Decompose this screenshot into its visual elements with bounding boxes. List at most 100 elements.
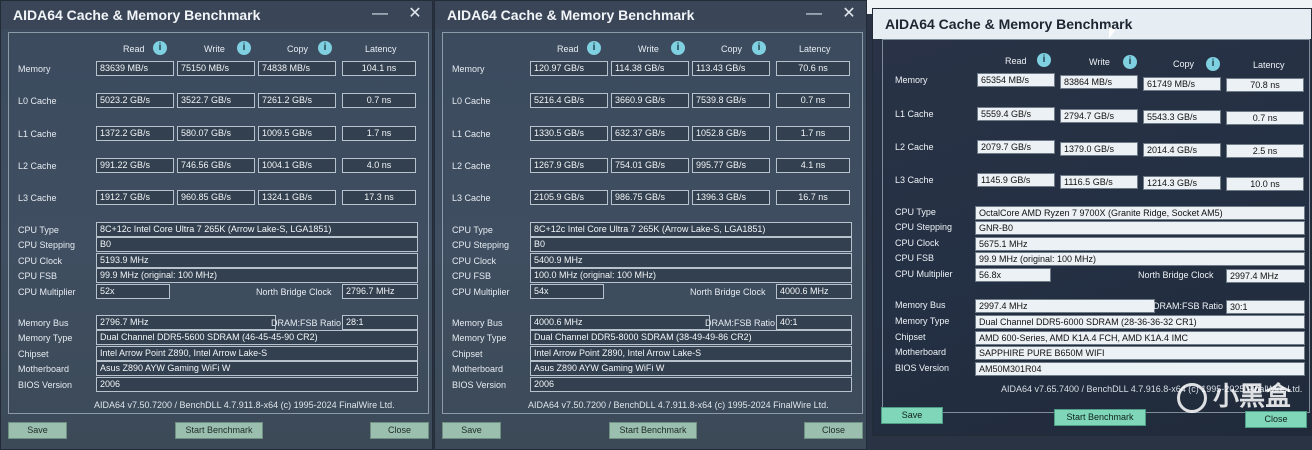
close-button[interactable]: Close [1245,411,1307,428]
info-icon[interactable]: i [1206,57,1220,71]
title-bar[interactable]: AIDA64 Cache & Memory Benchmark — ✕ [435,1,866,29]
header-latency: Latency [365,44,397,54]
nb-clock-value: 2796.7 MHz [342,284,418,299]
cpu-stepping-value: GNR-B0 [975,221,1305,235]
info-icon[interactable]: i [153,41,167,55]
save-button[interactable]: Save [8,422,67,439]
start-benchmark-button[interactable]: Start Benchmark [609,422,697,439]
minimize-icon[interactable]: — [371,4,389,24]
bios-value: 2006 [96,377,418,392]
save-button[interactable]: Save [442,422,501,439]
memory-read: 83639 MB/s [96,61,174,76]
nb-clock-label: North Bridge Clock [1138,270,1214,280]
l1-write: 580.07 GB/s [177,126,255,141]
info-icon[interactable]: i [318,41,332,55]
bios-label: BIOS Version [18,380,73,390]
dram-ratio-value: 30:1 [1226,300,1305,314]
close-button[interactable]: Close [804,422,863,439]
memory-bus-label: Memory Bus [452,318,503,328]
memory-write: 75150 MB/s [177,61,255,76]
dram-ratio-label: DRAM:FSB Ratio [271,318,342,328]
l1-latency: 1.7 ns [776,126,850,141]
info-icon[interactable]: i [587,41,601,55]
l3-read: 1145.9 GB/s [977,173,1055,187]
header-read: Read [123,44,145,54]
memory-copy: 61749 MB/s [1143,77,1221,91]
l2-write: 754.01 GB/s [611,158,689,173]
title-bar[interactable]: AIDA64 Cache & Memory Benchmark — ✕ [1,1,432,29]
header-write: Write [638,44,659,54]
cpu-stepping-label: CPU Stepping [18,240,76,250]
l3-copy: 1396.3 GB/s [692,190,770,205]
l3-write: 1116.5 GB/s [1060,175,1138,189]
close-icon[interactable]: ✕ [406,4,424,24]
minimize-icon[interactable]: — [805,4,823,24]
l2-read: 1267.9 GB/s [530,158,608,173]
memory-bus-label: Memory Bus [18,318,69,328]
title-bar[interactable]: AIDA64 Cache & Memory Benchmark [873,9,1311,39]
l1-copy: 1052.8 GB/s [692,126,770,141]
l3-latency: 17.3 ns [342,190,416,205]
cpu-fsb-value: 100.0 MHz (original: 100 MHz) [530,268,852,283]
info-icon[interactable]: i [1037,53,1051,67]
chipset-label: Chipset [452,349,483,359]
l2-read: 2079.7 GB/s [977,140,1055,154]
memory-bus-value: 2997.4 MHz [975,299,1155,313]
l1-write: 2794.7 GB/s [1060,109,1138,123]
aida64-window-1: AIDA64 Cache & Memory Benchmark — ✕ Read… [0,0,433,450]
info-icon[interactable]: i [1123,55,1137,69]
info-icon[interactable]: i [671,41,685,55]
motherboard-value: Asus Z890 AYW Gaming WiFi W [96,361,418,376]
l2-latency: 2.5 ns [1226,144,1304,158]
info-icon[interactable]: i [237,41,251,55]
cpu-stepping-label: CPU Stepping [895,222,953,232]
cpu-fsb-value: 99.9 MHz (original: 100 MHz) [975,252,1305,266]
memory-type-value: Dual Channel DDR5-6000 SDRAM (28-36-36-3… [975,315,1305,329]
l2-read: 991.22 GB/s [96,158,174,173]
window-title: AIDA64 Cache & Memory Benchmark [885,16,1133,32]
nb-clock-label: North Bridge Clock [256,287,332,297]
row-label-memory: Memory [18,64,51,74]
header-copy: Copy [1173,59,1195,69]
l2-copy: 995.77 GB/s [692,158,770,173]
cpu-fsb-label: CPU FSB [895,253,935,263]
row-label-l3: L3 Cache [452,193,491,203]
nb-clock-label: North Bridge Clock [690,287,766,297]
nb-clock-value: 2997.4 MHz [1226,269,1305,283]
dram-ratio-label: DRAM:FSB Ratio [705,318,776,328]
cpu-multiplier-label: CPU Multiplier [452,287,510,297]
close-button[interactable]: Close [370,422,429,439]
memory-bus-label: Memory Bus [895,300,946,310]
cpu-clock-label: CPU Clock [895,238,940,248]
header-latency: Latency [1253,60,1285,70]
memory-latency: 104.1 ns [342,61,416,76]
info-icon[interactable]: i [752,41,766,55]
memory-type-value: Dual Channel DDR5-8000 SDRAM (38-49-49-8… [530,330,852,345]
memory-read: 65354 MB/s [977,73,1055,87]
memory-copy: 113.43 GB/s [692,61,770,76]
dram-ratio-label: DRAM:FSB Ratio [1153,301,1224,311]
header-write: Write [1089,57,1110,67]
l3-copy: 1324.1 GB/s [258,190,336,205]
motherboard-label: Motherboard [895,347,947,357]
start-benchmark-button[interactable]: Start Benchmark [175,422,263,439]
l2-write: 1379.0 GB/s [1060,142,1138,156]
bios-value: 2006 [530,377,852,392]
aida64-window-2: AIDA64 Cache & Memory Benchmark — ✕ Read… [434,0,867,450]
cpu-stepping-value: B0 [530,237,852,252]
memory-write: 83864 MB/s [1060,75,1138,89]
cpu-multiplier-label: CPU Multiplier [18,287,76,297]
memory-type-value: Dual Channel DDR5-5600 SDRAM (46-45-45-9… [96,330,418,345]
l0-copy: 7261.2 GB/s [258,93,336,108]
cpu-clock-value: 5193.9 MHz [96,253,418,268]
l1-latency: 0.7 ns [1226,111,1304,125]
cpu-type-value: OctalCore AMD Ryzen 7 9700X (Granite Rid… [975,206,1305,220]
close-icon[interactable]: ✕ [840,4,858,24]
header-copy: Copy [721,44,743,54]
l2-latency: 4.1 ns [776,158,850,173]
cpu-multiplier-value: 54x [530,284,604,299]
window-title: AIDA64 Cache & Memory Benchmark [447,7,695,23]
start-benchmark-button[interactable]: Start Benchmark [1054,409,1146,426]
save-button[interactable]: Save [881,407,943,424]
row-label-l0: L0 Cache [18,96,57,106]
